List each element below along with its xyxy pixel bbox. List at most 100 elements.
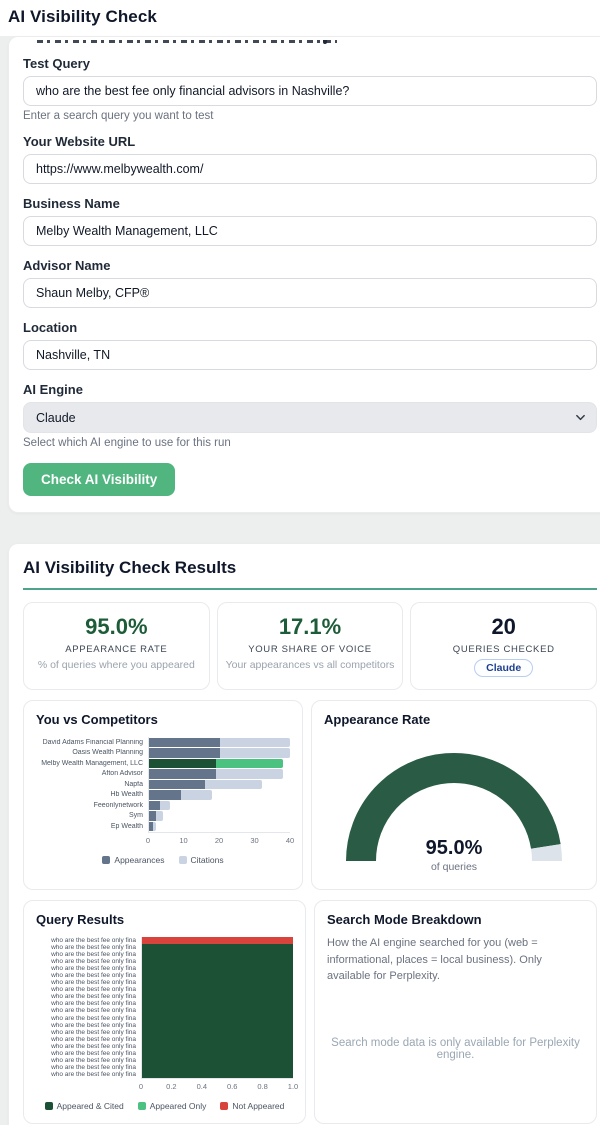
gauge-sub-label: of queries xyxy=(430,861,478,873)
bar-track xyxy=(141,1056,293,1064)
chart-row: who are the best fee only fina xyxy=(36,1035,293,1043)
chart-row: Hb Wealth xyxy=(36,789,290,800)
stat-share-of-voice: 17.1% YOUR SHARE OF VOICE Your appearanc… xyxy=(216,602,404,690)
check-ai-visibility-button[interactable]: Check AI Visibility xyxy=(23,463,176,496)
query-bar-segment xyxy=(142,944,293,952)
bar-track xyxy=(141,1007,293,1015)
query-label: who are the best fee only fina xyxy=(51,1049,136,1057)
x-axis-tick-label: 10 xyxy=(179,835,188,845)
x-axis-tick-label: 0.2 xyxy=(166,1081,177,1091)
search-mode-card: Search Mode Breakdown How the AI engine … xyxy=(314,900,597,1124)
ai-engine-helper: Select which AI engine to use for this r… xyxy=(23,437,231,449)
x-axis-tick-label: 40 xyxy=(285,835,295,845)
ai-engine-select[interactable]: Claude xyxy=(23,402,597,433)
appearance-rate-gauge: 95.0% of queries xyxy=(324,739,584,877)
query-label: who are the best fee only fina xyxy=(51,1056,136,1064)
bar-track xyxy=(141,1028,293,1036)
chart-row: Napfa xyxy=(36,779,290,790)
query-results-chart: who are the best fee only fina who are th… xyxy=(36,937,293,1078)
category-label: David Adams Financial Planning xyxy=(42,738,143,746)
bar-track xyxy=(141,951,293,959)
chart-row: Oasis Wealth Planning xyxy=(36,747,290,758)
website-url-input[interactable] xyxy=(23,154,597,184)
location-input[interactable] xyxy=(23,340,597,370)
legend-item: Not Appeared xyxy=(220,1101,284,1111)
bar-stack xyxy=(148,821,290,832)
category-label: Feeonlynetwork xyxy=(93,801,143,809)
citations-bar-segment xyxy=(215,758,283,768)
query-bar-segment xyxy=(142,1056,293,1064)
x-axis-ticks: 0 10 20 30 40 xyxy=(146,835,294,848)
ai-engine-label: AI Engine xyxy=(23,382,83,397)
legend-label: Appeared Only xyxy=(149,1100,207,1111)
x-axis-tick-label: 30 xyxy=(250,835,259,845)
bar-stack xyxy=(148,768,290,779)
top-bar: AI Visibility Check xyxy=(0,0,600,36)
category-label: Hb Wealth xyxy=(110,791,143,799)
citations-bar-segment xyxy=(180,790,213,800)
field-website-url: Your Website URL xyxy=(23,134,597,184)
query-label: who are the best fee only fina xyxy=(51,1028,136,1036)
chart-row: who are the best fee only fina xyxy=(36,958,293,966)
page-title: AI Visibility Check xyxy=(8,7,157,26)
advisor-name-input[interactable] xyxy=(23,278,597,308)
citations-bar-segment xyxy=(205,779,262,789)
query-bar-segment xyxy=(142,986,293,994)
query-bar-segment xyxy=(142,1007,293,1015)
you-vs-competitors-title: You vs Competitors xyxy=(36,712,158,727)
bar-stack xyxy=(148,789,290,800)
x-axis-tick-label: 20 xyxy=(214,835,224,845)
category-label: Ep Wealth xyxy=(110,822,143,830)
chart-row: who are the best fee only fina xyxy=(36,1070,293,1078)
appearances-bar-segment xyxy=(149,790,181,800)
stat-appearance-rate-label: APPEARANCE RATE xyxy=(65,644,168,655)
business-name-input[interactable] xyxy=(23,216,597,246)
advisor-name-label: Advisor Name xyxy=(23,258,111,273)
chart-row: who are the best fee only fina xyxy=(36,1063,293,1071)
appearances-bar-segment xyxy=(149,748,220,758)
chart-row: who are the best fee only fina xyxy=(36,1028,293,1036)
results-card: AI Visibility Check Results 95.0% APPEAR… xyxy=(8,543,600,1125)
query-results-card: Query Results who are the best fee only … xyxy=(23,900,306,1124)
bar-track xyxy=(141,993,293,1001)
chart-row: who are the best fee only fina xyxy=(36,1049,293,1057)
stat-appearance-rate-sub: % of queries where you appeared xyxy=(37,659,195,671)
legend-swatch xyxy=(178,855,187,864)
chart-row: who are the best fee only fina xyxy=(36,1007,293,1015)
query-label: who are the best fee only fina xyxy=(51,986,136,994)
stat-queries-checked-label: QUERIES CHECKED xyxy=(452,644,555,655)
x-axis-tick-label: 0.8 xyxy=(257,1081,268,1091)
citations-bar-segment xyxy=(219,737,290,747)
chevron-down-icon xyxy=(575,412,586,426)
field-location: Location xyxy=(23,320,597,370)
chart-row: who are the best fee only fina xyxy=(36,972,293,980)
query-bar-segment xyxy=(142,1042,293,1050)
query-label: who are the best fee only fina xyxy=(51,1063,136,1071)
test-query-input[interactable] xyxy=(23,76,597,106)
appearances-bar-segment xyxy=(149,800,160,810)
chart-row: who are the best fee only fina xyxy=(36,979,293,987)
query-bar-segment xyxy=(142,1014,293,1022)
query-label: who are the best fee only fina xyxy=(51,937,136,944)
appearances-bar-segment xyxy=(149,769,216,779)
query-bar-segment xyxy=(142,1063,293,1071)
bar-track xyxy=(141,1049,293,1057)
stat-share-of-voice-sub: Your appearances vs all competitors xyxy=(225,659,395,671)
legend-swatch xyxy=(44,1101,53,1110)
bar-track xyxy=(141,958,293,966)
chart-row: who are the best fee only fina xyxy=(36,937,293,945)
query-bar-segment xyxy=(142,1021,293,1029)
stat-queries-checked-value: 20 xyxy=(491,614,516,639)
chart-row: Afton Advisor xyxy=(36,768,290,779)
search-mode-empty-message: Search mode data is only available for P… xyxy=(331,1036,580,1061)
legend-item: Appearances xyxy=(102,855,165,865)
query-bar-segment xyxy=(142,937,293,945)
citations-bar-segment xyxy=(219,748,290,758)
query-label: who are the best fee only fina xyxy=(51,958,136,966)
bar-track xyxy=(141,1063,293,1071)
query-bar-segment xyxy=(142,993,293,1001)
chart-row: who are the best fee only fina xyxy=(36,965,293,973)
stat-queries-checked: 20 QUERIES CHECKED Claude xyxy=(410,602,598,690)
citations-bar-segment xyxy=(156,811,164,821)
clipped-heading-fragment xyxy=(37,40,337,43)
